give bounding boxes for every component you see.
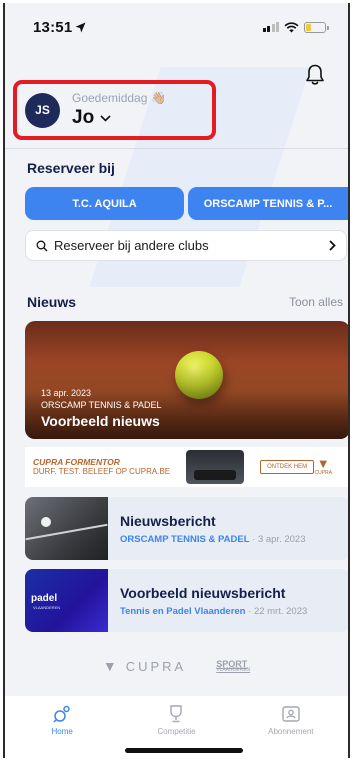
cupra-logo: ▼ CUPRA — [314, 456, 332, 476]
news-thumbnail — [25, 497, 108, 560]
news-item-body: Voorbeeld nieuwsbericht Tennis en Padel … — [120, 585, 307, 617]
location-arrow-icon — [75, 22, 86, 32]
status-bar: 13:51 — [5, 3, 348, 51]
featured-news-date: 13 apr. 2023 — [41, 388, 92, 398]
padel-logo-subtext: VLAANDEREN — [33, 605, 61, 610]
news-item-meta: ORSCAMP TENNIS & PADEL · 3 apr. 2023 — [120, 533, 306, 545]
user-name: Jo — [72, 107, 95, 128]
wifi-icon — [284, 21, 299, 33]
news-item-org: Tennis en Padel Vlaanderen — [120, 605, 246, 617]
header-divider — [5, 148, 348, 149]
ad-tagline: DURF. TEST. BELEEF OP CUPRA.BE — [33, 467, 171, 477]
ad-brand-line: CUPRA FORMENTOR — [33, 456, 120, 467]
featured-news-meta: 13 apr. 2023 ORSCAMP TENNIS & PADEL Voor… — [41, 388, 162, 429]
news-section-title: Nieuws — [27, 294, 77, 310]
ad-car-image — [186, 450, 245, 484]
tab-home[interactable]: Home — [22, 704, 102, 758]
news-item-meta: Tennis en Padel Vlaanderen · 22 mrt. 202… — [120, 605, 308, 617]
wave-icon: 👋🏼 — [151, 91, 167, 105]
greeting-line: Goedemiddag 👋🏼 — [72, 91, 166, 105]
status-icons — [262, 21, 329, 33]
ad-logo-text: CUPRA — [314, 470, 332, 476]
news-item-date: 22 mrt. 2023 — [253, 605, 308, 617]
featured-news-card[interactable]: 13 apr. 2023 ORSCAMP TENNIS & PADEL Voor… — [25, 321, 348, 439]
other-clubs-button[interactable]: Reserveer bij andere clubs — [25, 230, 347, 261]
featured-news-title: Voorbeeld nieuws — [41, 413, 160, 429]
signal-icon — [262, 22, 279, 32]
user-name-line[interactable]: Jo — [72, 107, 166, 129]
search-icon — [36, 240, 48, 251]
featured-news-club: ORSCAMP TENNIS & PADEL — [41, 400, 162, 410]
news-header: Nieuws Toon alles — [27, 294, 343, 310]
club-buttons-row: T.C. AQUILA ORSCAMP TENNIS & P... — [25, 187, 348, 220]
home-icon — [53, 705, 70, 723]
club-button-orscamp[interactable]: ORSCAMP TENNIS & P... — [188, 187, 348, 220]
status-time: 13:51 — [33, 19, 86, 36]
trophy-icon — [170, 705, 183, 723]
reserve-section-title: Reserveer bij — [27, 160, 115, 176]
news-item-title: Nieuwsbericht — [120, 512, 216, 529]
tab-label: Competitie — [157, 727, 196, 736]
sport-vlaanderen-logo: SPORT VLAANDEREN — [216, 658, 251, 673]
news-item-date: 3 apr. 2023 — [257, 533, 306, 545]
news-thumbnail: padel VLAANDEREN — [25, 569, 108, 632]
greeting-text: Goedemiddag — [72, 91, 148, 105]
app-screen: 13:51 JS Goedemiddag 👋🏼 Jo Reserveer bij… — [3, 3, 350, 758]
avatar[interactable]: JS — [25, 92, 60, 128]
membership-card-icon — [282, 706, 300, 722]
chevron-right-icon — [329, 240, 336, 251]
ad-cta-button[interactable]: ONTDEK HEM — [260, 460, 315, 474]
sponsor-logos: ▼ CUPRA SPORT VLAANDEREN — [5, 658, 348, 674]
tab-label: Home — [51, 727, 73, 736]
cupra-sponsor-logo: ▼ CUPRA — [102, 658, 187, 674]
news-item[interactable]: padel VLAANDEREN Voorbeeld nieuwsbericht… — [25, 569, 348, 632]
battery-icon — [304, 21, 329, 33]
greeting-profile-switcher[interactable]: JS Goedemiddag 👋🏼 Jo — [13, 80, 216, 140]
club-button-aquila[interactable]: T.C. AQUILA — [25, 187, 184, 220]
news-item[interactable]: Nieuwsbericht ORSCAMP TENNIS & PADEL · 3… — [25, 497, 348, 560]
other-clubs-label: Reserveer bij andere clubs — [54, 238, 209, 253]
news-item-org: ORSCAMP TENNIS & PADEL — [120, 533, 250, 545]
home-indicator — [125, 748, 243, 753]
chevron-down-icon — [100, 114, 111, 122]
bell-icon[interactable] — [304, 63, 326, 87]
padel-logo-text: padel — [31, 593, 58, 604]
show-all-link[interactable]: Toon alles — [289, 295, 343, 309]
greeting-block: Goedemiddag 👋🏼 Jo — [72, 91, 166, 129]
ad-banner[interactable]: CUPRA FORMENTOR DURF. TEST. BELEEF OP CU… — [25, 447, 348, 487]
news-item-body: Nieuwsbericht ORSCAMP TENNIS & PADEL · 3… — [120, 513, 306, 545]
tab-abonnement[interactable]: Abonnement — [251, 704, 331, 758]
tab-label: Abonnement — [268, 727, 314, 736]
news-item-title: Voorbeeld nieuwsbericht — [120, 584, 286, 601]
ad-text: CUPRA FORMENTOR DURF. TEST. BELEEF OP CU… — [33, 456, 171, 477]
